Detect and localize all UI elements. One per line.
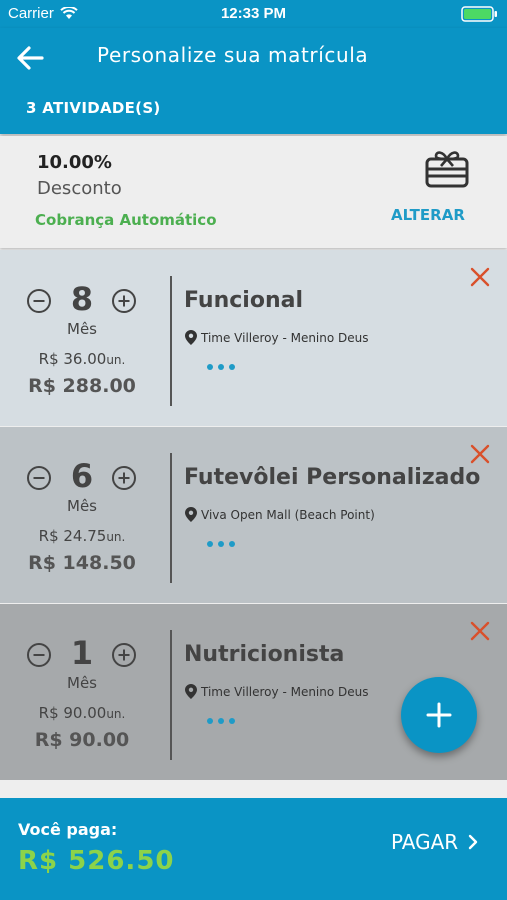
change-discount-button[interactable]: ALTERAR bbox=[391, 206, 465, 224]
more-options-button[interactable] bbox=[207, 364, 235, 370]
decrease-quantity-button[interactable] bbox=[26, 642, 52, 668]
page-title: Personalize sua matrícula bbox=[97, 43, 369, 67]
total-amount: R$ 526.50 bbox=[18, 846, 175, 876]
quantity-value: 1 bbox=[70, 634, 94, 672]
you-pay-label: Você paga: bbox=[18, 820, 118, 839]
plus-icon bbox=[426, 702, 452, 728]
unit-suffix: un. bbox=[106, 353, 126, 367]
unit-price: R$ 90.00un. bbox=[0, 704, 164, 722]
card-divider bbox=[170, 453, 172, 583]
period-unit: Mês bbox=[67, 497, 97, 515]
arrow-left-icon bbox=[17, 46, 44, 70]
activity-count: 3 ATIVIDADE(S) bbox=[26, 99, 161, 117]
gift-card-icon bbox=[425, 151, 469, 188]
increase-quantity-button[interactable] bbox=[111, 288, 137, 314]
more-options-button[interactable] bbox=[207, 718, 235, 724]
back-button[interactable] bbox=[14, 42, 46, 74]
activity-card: 8 Mês R$ 36.00un. R$ 288.00 Funcional Ti… bbox=[0, 250, 507, 426]
pay-label: PAGAR bbox=[391, 830, 459, 854]
activity-card: 6 Mês R$ 24.75un. R$ 148.50 Futevôlei Pe… bbox=[0, 427, 507, 603]
unit-suffix: un. bbox=[106, 530, 126, 544]
activity-name: Funcional bbox=[184, 288, 304, 313]
location-label: Time Villeroy - Menino Deus bbox=[201, 684, 369, 699]
period-unit: Mês bbox=[67, 320, 97, 338]
unit-price-value: R$ 90.00 bbox=[38, 704, 107, 722]
decrease-quantity-button[interactable] bbox=[26, 465, 52, 491]
map-pin-icon bbox=[185, 684, 197, 699]
activity-location: Time Villeroy - Menino Deus bbox=[185, 330, 369, 345]
pay-button[interactable]: PAGAR bbox=[391, 830, 478, 854]
activity-total: R$ 148.50 bbox=[28, 552, 136, 574]
more-options-button[interactable] bbox=[207, 541, 235, 547]
activity-total: R$ 288.00 bbox=[28, 375, 136, 397]
close-icon[interactable] bbox=[469, 266, 491, 288]
card-divider bbox=[170, 276, 172, 406]
close-icon[interactable] bbox=[469, 443, 491, 465]
decrease-quantity-button[interactable] bbox=[26, 288, 52, 314]
activity-name: Futevôlei Personalizado bbox=[184, 465, 481, 490]
activity-total: R$ 90.00 bbox=[34, 729, 130, 751]
quantity-value: 6 bbox=[70, 457, 94, 495]
activity-location: Viva Open Mall (Beach Point) bbox=[185, 507, 375, 522]
map-pin-icon bbox=[185, 507, 197, 522]
clock: 12:33 PM bbox=[220, 5, 287, 22]
status-bar: Carrier 12:33 PM bbox=[0, 0, 507, 28]
add-activity-button[interactable] bbox=[401, 677, 477, 753]
battery-icon bbox=[461, 6, 499, 22]
location-label: Viva Open Mall (Beach Point) bbox=[201, 507, 375, 522]
increase-quantity-button[interactable] bbox=[111, 642, 137, 668]
period-unit: Mês bbox=[67, 674, 97, 692]
discount-percent: 10.00% bbox=[37, 152, 112, 173]
activity-location: Time Villeroy - Menino Deus bbox=[185, 684, 369, 699]
unit-suffix: un. bbox=[106, 707, 126, 721]
app-bar: Personalize sua matrícula 3 ATIVIDADE(S) bbox=[0, 28, 507, 134]
increase-quantity-button[interactable] bbox=[111, 465, 137, 491]
billing-mode: Cobrança Automático bbox=[35, 211, 217, 229]
quantity-value: 8 bbox=[70, 280, 94, 318]
close-icon[interactable] bbox=[469, 620, 491, 642]
activity-name: Nutricionista bbox=[184, 642, 345, 667]
card-divider bbox=[170, 630, 172, 760]
unit-price-value: R$ 36.00 bbox=[38, 350, 107, 368]
location-label: Time Villeroy - Menino Deus bbox=[201, 330, 369, 345]
payment-footer: Você paga: R$ 526.50 PAGAR bbox=[0, 798, 507, 900]
unit-price: R$ 24.75un. bbox=[0, 527, 164, 545]
discount-label: Desconto bbox=[37, 178, 122, 199]
map-pin-icon bbox=[185, 330, 197, 345]
unit-price: R$ 36.00un. bbox=[0, 350, 164, 368]
unit-price-value: R$ 24.75 bbox=[38, 527, 107, 545]
chevron-right-icon bbox=[468, 834, 478, 850]
